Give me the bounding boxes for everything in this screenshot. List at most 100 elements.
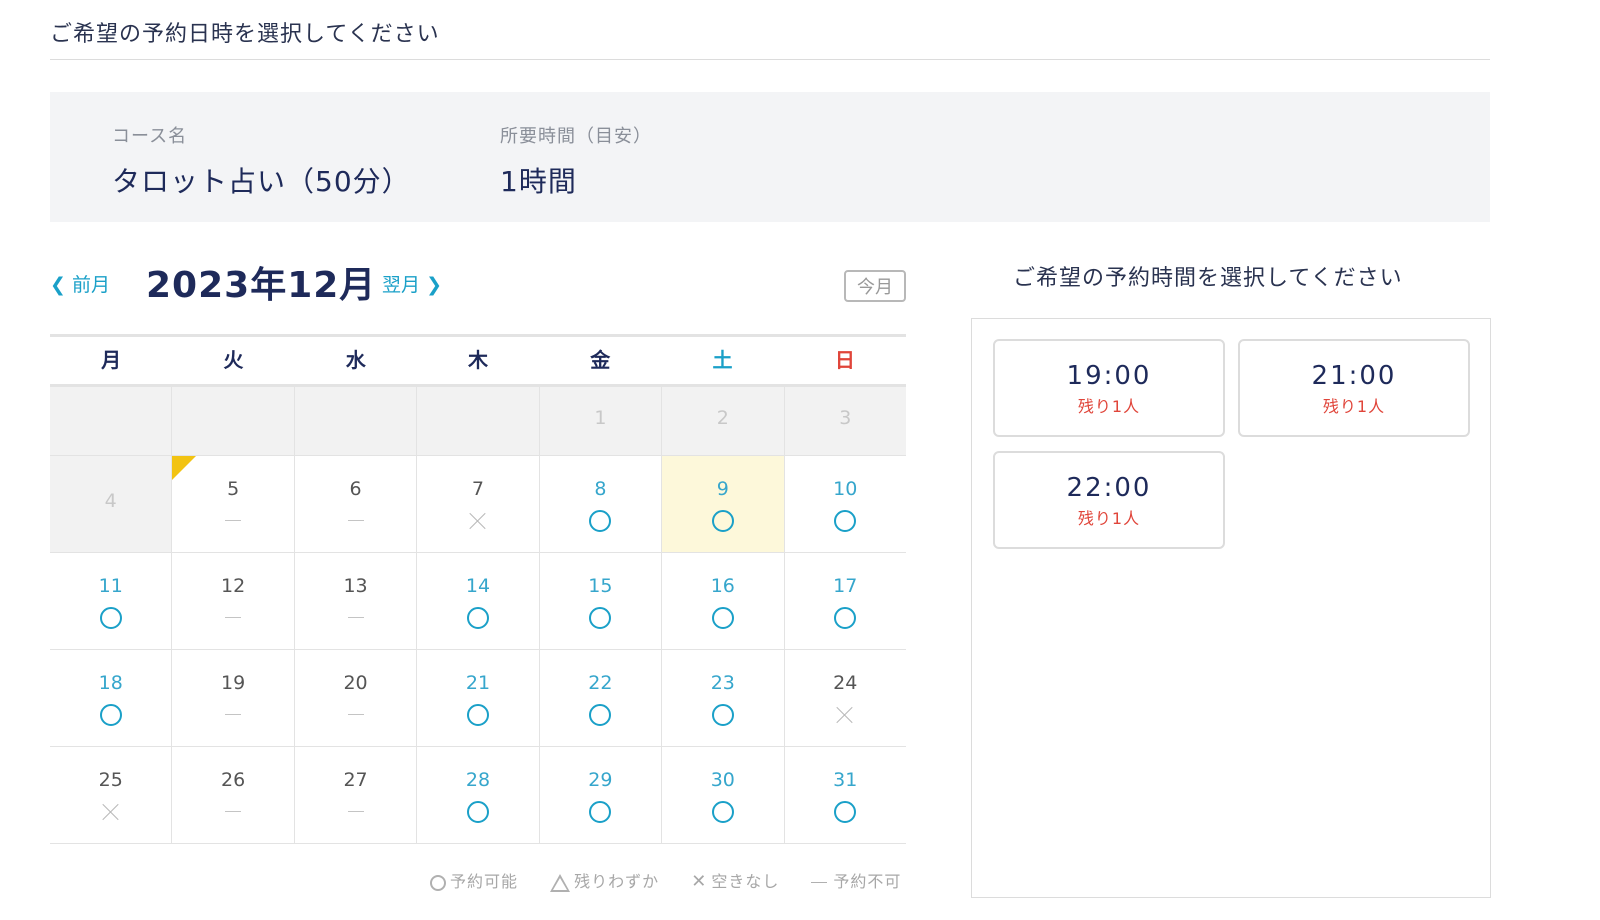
available-circle-icon[interactable] (466, 704, 489, 726)
calendar-day-cell: 4 (50, 456, 173, 552)
calendar-week-row: 1 2 3 (50, 387, 906, 456)
calendar-day-cell[interactable]: 31 (785, 747, 906, 843)
weekday-thu: 木 (467, 348, 488, 372)
day-number: 28 (465, 769, 491, 791)
unavailable-dash-icon (347, 520, 364, 521)
available-circle-icon[interactable] (99, 704, 122, 726)
course-name-label: コース名 (112, 126, 188, 147)
calendar-day-cell[interactable]: 16 (662, 553, 785, 649)
calendar-week-row: 4 5 6 7 8 9 10 (50, 456, 906, 553)
calendar-day-cell: 13 (295, 553, 418, 649)
available-circle-icon[interactable] (466, 801, 489, 823)
calendar-legend: 予約可能 残りわずか ✕ 空きなし 予約不可 (430, 868, 927, 892)
course-name: タロット占い（50分） (112, 165, 411, 198)
page-title: ご希望の予約日時を選択してください (50, 22, 440, 47)
calendar-day-cell[interactable]: 18 (50, 650, 173, 746)
time-slot-button[interactable]: 22:00 残り1人 (993, 451, 1225, 549)
calendar-empty-cell (294, 387, 418, 455)
title-divider (50, 59, 1490, 60)
calendar-week-row: 18 19 20 21 22 23 24 (50, 650, 906, 747)
available-circle-icon[interactable] (834, 801, 857, 823)
weekday-tue: 火 (223, 348, 244, 372)
calendar-day-cell: 12 (172, 553, 295, 649)
calendar-day-cell[interactable]: 28 (417, 747, 540, 843)
calendar-week-row: 25 26 27 28 29 30 31 (50, 747, 906, 844)
day-number: 12 (221, 575, 246, 597)
calendar-day-cell[interactable]: 23 (662, 650, 785, 746)
day-number: 13 (343, 575, 368, 597)
calendar-day-cell[interactable]: 15 (540, 553, 663, 649)
calendar-day-cell[interactable]: 17 (785, 553, 906, 649)
calendar-day-cell[interactable]: 14 (417, 553, 540, 649)
available-circle-icon[interactable] (589, 510, 612, 532)
unavailable-dash-icon (225, 714, 242, 715)
calendar-day-cell[interactable]: 8 (540, 456, 663, 552)
day-number: 16 (710, 575, 735, 597)
circle-icon (430, 874, 446, 891)
duration-block: 所要時間（目安） 1時間 (500, 122, 652, 200)
available-circle-icon[interactable] (99, 607, 122, 629)
day-number: 21 (465, 672, 491, 694)
available-circle-icon[interactable] (589, 704, 612, 726)
day-number: 30 (710, 769, 735, 791)
day-number (50, 387, 171, 407)
next-month-link[interactable]: 翌月 ❯ (382, 270, 442, 297)
day-number: 4 (104, 490, 117, 512)
calendar-grid: 月 火 水 木 金 土 日 1 2 3 4 5 6 7 8 9 10 11 12 13 14 15 16 17 1… (50, 334, 906, 844)
next-month-label: 翌月 (382, 274, 421, 296)
calendar-day-cell[interactable]: 10 (785, 456, 906, 552)
prev-month-label: 前月 (71, 274, 110, 296)
day-number: 2 (716, 407, 729, 429)
time-slot-button[interactable]: 19:00 残り1人 (993, 339, 1225, 437)
available-circle-icon[interactable] (834, 607, 857, 629)
weekday-sat: 土 (712, 348, 733, 372)
available-circle-icon[interactable] (589, 607, 612, 629)
available-circle-icon[interactable] (589, 801, 612, 823)
day-number: 7 (471, 478, 485, 500)
unavailable-dash-icon (347, 714, 364, 715)
time-slot-button[interactable]: 21:00 残り1人 (1238, 339, 1470, 437)
chevron-right-icon: ❯ (426, 274, 442, 296)
calendar-day-cell: 27 (295, 747, 418, 843)
day-number: 15 (588, 575, 613, 597)
course-info-box: コース名 タロット占い（50分） 所要時間（目安） 1時間 (50, 92, 1490, 222)
day-number: 31 (833, 769, 858, 791)
calendar-day-cell: 20 (295, 650, 418, 746)
calendar-day-cell: 7 (417, 456, 540, 552)
legend-unavailable: 予約不可 (811, 868, 901, 892)
day-number (172, 387, 293, 407)
calendar-day-cell: 19 (172, 650, 295, 746)
calendar-day-cell: 25 (50, 747, 173, 843)
prev-month-link[interactable]: ❮ 前月 (50, 270, 110, 297)
legend-full: ✕ 空きなし (691, 871, 780, 892)
weekday-header-row: 月 火 水 木 金 土 日 (50, 337, 906, 387)
time-select-title: ご希望の予約時間を選択してください (1013, 266, 1403, 291)
calendar-day-cell[interactable]: 9 (662, 456, 785, 552)
available-circle-icon[interactable] (711, 607, 734, 629)
calendar-day-cell[interactable]: 11 (50, 553, 173, 649)
calendar-day-cell[interactable]: 22 (540, 650, 663, 746)
calendar-day-cell[interactable]: 29 (540, 747, 663, 843)
weekday-fri: 金 (590, 348, 611, 372)
day-number: 20 (343, 672, 368, 694)
day-number: 11 (98, 575, 123, 597)
calendar-empty-cell (50, 387, 173, 455)
calendar-day-cell: 2 (662, 387, 785, 455)
today-marker-icon (172, 456, 197, 480)
available-circle-icon[interactable] (711, 510, 734, 532)
available-circle-icon[interactable] (466, 607, 489, 629)
slot-time: 21:00 (1311, 361, 1397, 391)
calendar-day-cell[interactable]: 30 (662, 747, 785, 843)
current-month-button[interactable]: 今月 (844, 270, 906, 302)
calendar-day-cell[interactable]: 21 (417, 650, 540, 746)
day-number (417, 387, 538, 407)
time-slot-panel: 19:00 残り1人 21:00 残り1人 22:00 残り1人 (971, 318, 1491, 898)
day-number: 17 (833, 575, 858, 597)
weekday-wed: 水 (345, 348, 366, 372)
available-circle-icon[interactable] (834, 510, 857, 532)
calendar-day-cell: 24 (785, 650, 906, 746)
available-circle-icon[interactable] (711, 704, 734, 726)
slot-remaining: 残り1人 (1077, 397, 1141, 416)
unavailable-dash-icon (347, 811, 364, 812)
available-circle-icon[interactable] (711, 801, 734, 823)
